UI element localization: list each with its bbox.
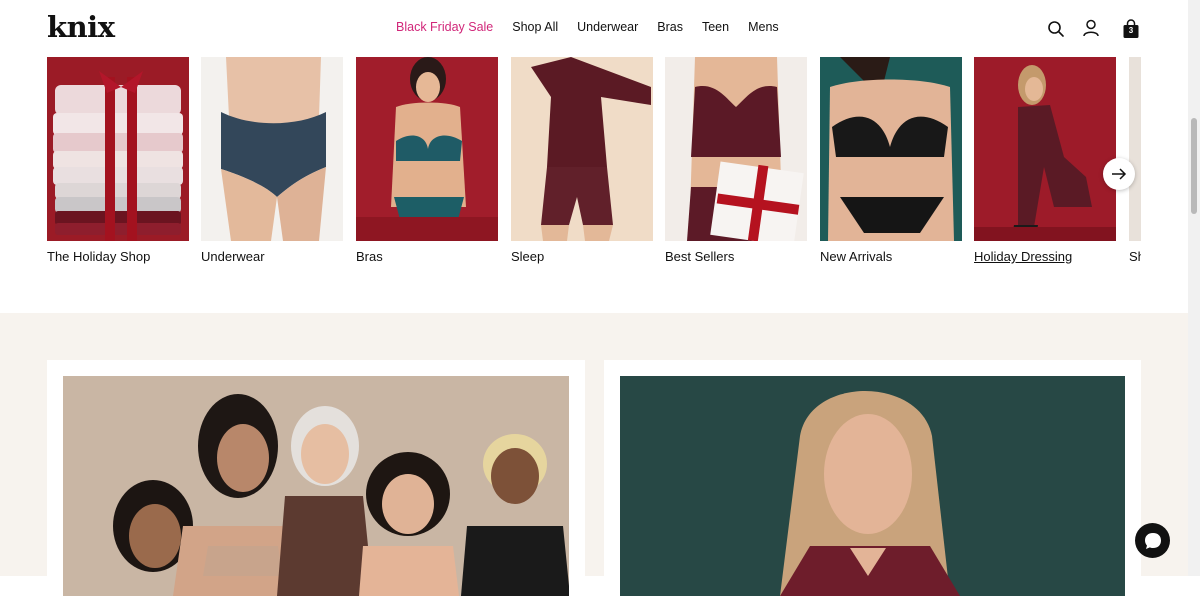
category-image [665, 57, 807, 241]
category-label: New Arrivals [820, 249, 893, 264]
cart-count-badge: 3 [1128, 26, 1134, 35]
scrollbar-thumb[interactable] [1191, 118, 1197, 214]
nav-teen[interactable]: Teen [702, 20, 729, 34]
category-label: Sh [1129, 249, 1141, 264]
featured-card-right[interactable] [604, 360, 1141, 596]
nav-shop-all[interactable]: Shop All [512, 20, 558, 34]
chat-button[interactable] [1135, 523, 1170, 558]
search-icon [1048, 21, 1064, 37]
chat-bubble-icon [1144, 532, 1161, 549]
nav-underwear[interactable]: Underwear [577, 20, 638, 34]
knix-logo[interactable]: knix [47, 10, 115, 44]
category-card-partial[interactable]: Sh [1129, 57, 1141, 264]
category-label: Best Sellers [665, 249, 735, 264]
category-label: Underwear [201, 249, 265, 264]
arrow-right-icon [1112, 168, 1127, 180]
featured-image-portrait [620, 376, 1125, 596]
featured-card-left[interactable] [47, 360, 585, 596]
featured-image-group [63, 376, 569, 596]
user-icon [1083, 19, 1099, 37]
category-label: The Holiday Shop [47, 249, 151, 264]
featured-section [0, 313, 1188, 596]
category-card-new-arrivals[interactable]: New Arrivals [820, 57, 962, 264]
category-image [1129, 57, 1141, 241]
main-nav: Black Friday Sale Shop All Underwear Bra… [396, 20, 779, 34]
page-scrollbar[interactable] [1188, 0, 1200, 576]
category-card-best-sellers[interactable]: Best Sellers [665, 57, 807, 264]
category-image [820, 57, 962, 241]
site-header: knix Black Friday Sale Shop All Underwea… [0, 0, 1188, 57]
account-button[interactable] [1082, 19, 1102, 39]
category-card-holiday-dressing[interactable]: Holiday Dressing [974, 57, 1116, 264]
category-card-sleep[interactable]: Sleep [511, 57, 653, 264]
category-image [511, 57, 653, 241]
category-label: Sleep [511, 249, 545, 264]
cart-button[interactable]: 3 [1122, 19, 1142, 39]
category-image [47, 57, 189, 241]
category-card-holiday-shop[interactable]: The Holiday Shop [47, 57, 189, 264]
nav-mens[interactable]: Mens [748, 20, 779, 34]
search-button[interactable] [1047, 20, 1067, 40]
category-label: Holiday Dressing [974, 249, 1073, 264]
category-label: Bras [356, 249, 383, 264]
category-image [974, 57, 1116, 241]
category-card-underwear[interactable]: Underwear [201, 57, 343, 264]
carousel-next-button[interactable] [1103, 158, 1135, 190]
category-image [201, 57, 343, 241]
nav-black-friday-sale[interactable]: Black Friday Sale [396, 20, 493, 34]
category-carousel: The Holiday Shop Underwear Bras Sleep Be… [47, 57, 1141, 277]
nav-bras[interactable]: Bras [657, 20, 683, 34]
category-card-bras[interactable]: Bras [356, 57, 498, 264]
category-image [356, 57, 498, 241]
